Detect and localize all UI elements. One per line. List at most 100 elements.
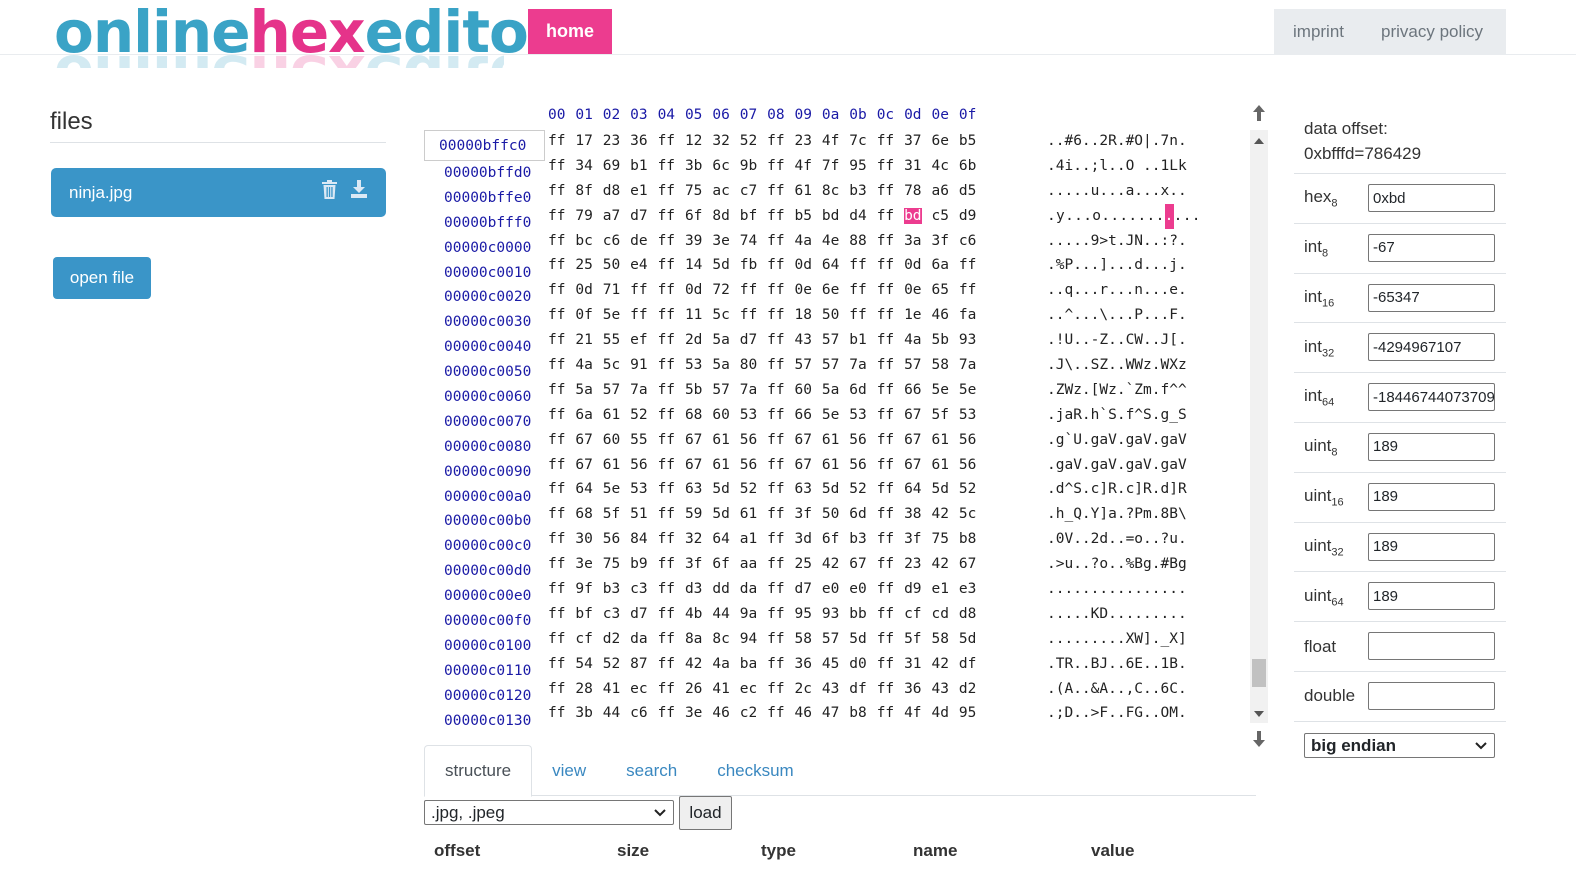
hex-byte[interactable]: 9f <box>575 577 602 602</box>
hex-byte[interactable]: 9a <box>740 602 767 627</box>
hex-byte[interactable]: ff <box>959 253 986 278</box>
hex-byte[interactable]: ff <box>658 129 685 154</box>
hex-byte[interactable]: 1e <box>904 303 931 328</box>
offset-input-box[interactable] <box>424 130 545 161</box>
scroll-down-icon[interactable] <box>1254 711 1264 717</box>
hex-byte[interactable]: 0f <box>575 303 602 328</box>
hex-byte[interactable]: ff <box>767 378 794 403</box>
address-label[interactable]: 00000bffe0 <box>444 186 531 211</box>
hex-byte[interactable]: 42 <box>931 552 958 577</box>
hex-byte[interactable]: ff <box>658 229 685 254</box>
hex-byte[interactable]: 5b <box>931 328 958 353</box>
hex-byte[interactable]: 65 <box>931 278 958 303</box>
ascii-row[interactable]: .0V..2d..=o..?u. <box>1047 527 1201 552</box>
hex-byte[interactable]: ff <box>658 701 685 726</box>
hex-byte[interactable]: 0d <box>685 278 712 303</box>
hex-byte[interactable]: b5 <box>959 129 986 154</box>
hex-byte[interactable]: 6b <box>959 154 986 179</box>
hex-byte[interactable]: 5d <box>959 627 986 652</box>
hex-byte[interactable]: 63 <box>685 477 712 502</box>
hex-byte[interactable]: ff <box>548 552 575 577</box>
address-label[interactable]: 00000c0070 <box>444 410 531 435</box>
hex-byte[interactable]: 4b <box>685 602 712 627</box>
hex-byte[interactable]: 68 <box>575 502 602 527</box>
hex-byte[interactable]: 23 <box>603 129 630 154</box>
hex-byte[interactable]: ff <box>548 403 575 428</box>
scroll-up-icon[interactable] <box>1254 138 1264 144</box>
ascii-row[interactable]: .....u...a...x.. <box>1047 179 1201 204</box>
hex-byte[interactable]: 41 <box>603 677 630 702</box>
hex-byte[interactable]: 5a <box>822 378 849 403</box>
hex-byte[interactable]: 12 <box>685 129 712 154</box>
hex-byte[interactable]: d8 <box>959 602 986 627</box>
hex-byte[interactable]: 6d <box>849 502 876 527</box>
hex-byte[interactable]: 75 <box>931 527 958 552</box>
hex-byte[interactable]: 3e <box>575 552 602 577</box>
hex-byte[interactable]: b3 <box>603 577 630 602</box>
hex-byte[interactable]: c6 <box>603 229 630 254</box>
hex-byte[interactable]: 79 <box>575 204 602 229</box>
hex-byte[interactable]: ff <box>548 154 575 179</box>
hex-byte[interactable]: 58 <box>795 627 822 652</box>
hex-byte[interactable]: 69 <box>603 154 630 179</box>
hex-byte[interactable]: ff <box>767 428 794 453</box>
hex-byte[interactable]: 50 <box>822 303 849 328</box>
inspector-value-input[interactable]: 189 <box>1368 582 1495 611</box>
hex-byte[interactable]: d2 <box>959 677 986 702</box>
hex-byte[interactable]: bc <box>575 229 602 254</box>
download-icon[interactable] <box>350 180 368 204</box>
hex-byte[interactable]: 14 <box>685 253 712 278</box>
address-label[interactable]: 00000c00a0 <box>444 485 531 510</box>
hex-byte[interactable]: ff <box>548 453 575 478</box>
ascii-row[interactable]: .y...o........... <box>1047 203 1201 229</box>
hex-byte[interactable]: b8 <box>959 527 986 552</box>
hex-byte[interactable]: 5d <box>712 253 739 278</box>
hex-byte[interactable]: bf <box>740 204 767 229</box>
hex-byte[interactable]: b3 <box>849 179 876 204</box>
hex-byte[interactable]: ff <box>630 278 657 303</box>
hex-byte[interactable]: 23 <box>795 129 822 154</box>
hex-byte[interactable]: 54 <box>575 652 602 677</box>
ascii-row[interactable]: .g`U.gaV.gaV.gaV <box>1047 428 1201 453</box>
hex-byte[interactable]: ec <box>740 677 767 702</box>
hex-byte[interactable]: 38 <box>904 502 931 527</box>
arrow-up-icon[interactable] <box>1252 104 1266 122</box>
hex-byte[interactable]: e1 <box>630 179 657 204</box>
hex-byte[interactable]: d8 <box>603 179 630 204</box>
hex-byte[interactable]: 56 <box>740 453 767 478</box>
hex-byte[interactable]: ff <box>767 328 794 353</box>
site-logo[interactable]: onlinehexeditor onlinehexeditor <box>54 2 556 82</box>
inspector-value-input[interactable]: -18446744073709 <box>1368 383 1495 412</box>
hex-byte[interactable]: c3 <box>603 602 630 627</box>
hex-byte[interactable]: ff <box>658 253 685 278</box>
hex-byte[interactable]: b1 <box>630 154 657 179</box>
hex-byte[interactable]: 67 <box>685 453 712 478</box>
hex-byte[interactable]: d7 <box>630 204 657 229</box>
ascii-row[interactable]: .4i..;l..O ..1Lk <box>1047 154 1201 179</box>
hex-byte[interactable]: ff <box>767 552 794 577</box>
hex-byte[interactable]: 30 <box>575 527 602 552</box>
hex-byte[interactable]: 78 <box>904 179 931 204</box>
hex-byte[interactable]: 3f <box>795 502 822 527</box>
hex-byte[interactable]: ff <box>658 353 685 378</box>
hex-byte[interactable]: ff <box>877 229 904 254</box>
hex-byte[interactable]: ff <box>877 278 904 303</box>
hex-byte[interactable]: d9 <box>959 204 986 229</box>
hex-byte[interactable]: 91 <box>630 353 657 378</box>
hex-byte[interactable]: 6f <box>822 527 849 552</box>
hex-byte[interactable]: 7a <box>849 353 876 378</box>
hex-byte[interactable]: ff <box>767 577 794 602</box>
hex-byte[interactable]: 8d <box>712 204 739 229</box>
hex-byte[interactable]: 5a <box>712 353 739 378</box>
hex-byte[interactable]: 45 <box>822 652 849 677</box>
hex-byte[interactable]: 5e <box>959 378 986 403</box>
hex-byte[interactable]: 52 <box>740 477 767 502</box>
hex-byte[interactable]: ff <box>877 701 904 726</box>
ascii-row[interactable]: ..q...r...n...e. <box>1047 278 1201 303</box>
hex-byte[interactable]: da <box>740 577 767 602</box>
hex-byte[interactable]: 56 <box>959 453 986 478</box>
hex-byte[interactable]: 50 <box>822 502 849 527</box>
hex-byte[interactable]: 57 <box>904 353 931 378</box>
ascii-row[interactable]: .J\..SZ..WWz.WXz <box>1047 353 1201 378</box>
hex-byte[interactable]: ef <box>630 328 657 353</box>
